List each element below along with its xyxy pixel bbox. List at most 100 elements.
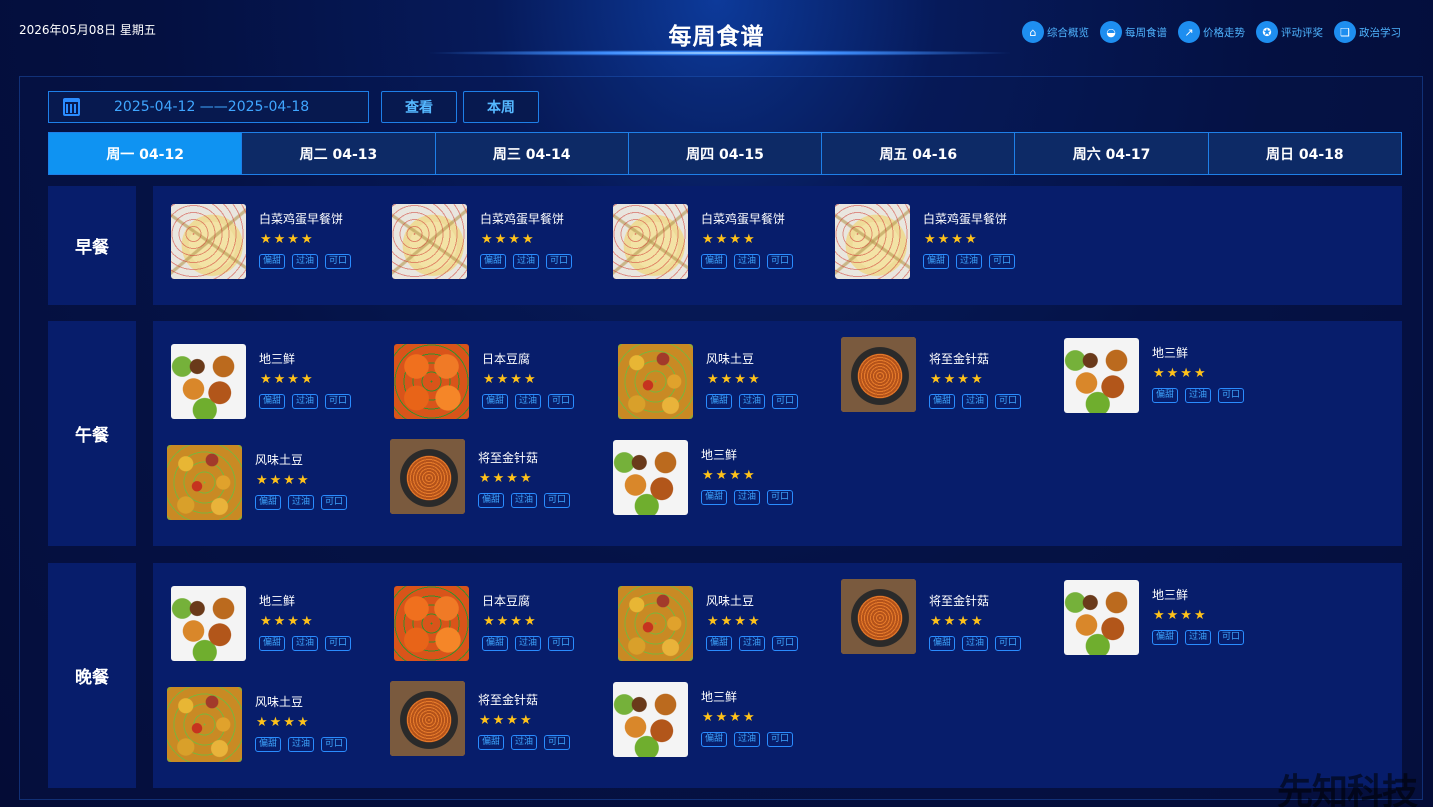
- dish-image: [835, 204, 910, 279]
- nav-label: 评动评奖: [1281, 26, 1323, 39]
- tag: 可口: [544, 493, 571, 508]
- tag: 过油: [1185, 630, 1212, 645]
- tag: 可口: [544, 735, 571, 750]
- dish-card[interactable]: 白菜鸡蛋早餐饼 ★★★★ 偏甜 过油 可口: [613, 204, 823, 280]
- this-week-button[interactable]: 本周: [463, 91, 539, 123]
- dish-card[interactable]: 将至金针菇 ★★★★ 偏甜 过油 可口: [390, 439, 600, 515]
- tag: 可口: [767, 490, 794, 505]
- dish-image: [390, 681, 465, 756]
- dish-card[interactable]: 地三鲜 ★★★★ 偏甜 过油 可口: [613, 440, 823, 516]
- meal-box-dinner: 地三鲜 ★★★★ 偏甜 过油 可口 日本豆腐 ★★★★ 偏甜 过油 可口 风味土豆 ★★…: [153, 563, 1402, 788]
- dish-image: [1064, 580, 1139, 655]
- tab-saturday[interactable]: 周六 04-17: [1015, 132, 1209, 175]
- dish-tags: 偏甜 过油 可口: [482, 636, 575, 651]
- dish-card[interactable]: 风味土豆 ★★★★ 偏甜 过油 可口: [618, 586, 828, 662]
- tag: 偏甜: [1152, 388, 1179, 403]
- dish-card[interactable]: 白菜鸡蛋早餐饼 ★★★★ 偏甜 过油 可口: [392, 204, 602, 280]
- dish-name: 风味土豆: [255, 453, 304, 467]
- dish-tags: 偏甜 过油 可口: [701, 490, 794, 505]
- dish-image: [618, 344, 693, 419]
- tag: 过油: [962, 394, 989, 409]
- date-range-picker[interactable]: 2025-04-12 ——2025-04-18: [48, 91, 369, 123]
- nav-item-price-trend[interactable]: ↗ 价格走势: [1178, 21, 1245, 43]
- rating-stars: ★★★★: [924, 232, 979, 247]
- rating-stars: ★★★★: [260, 232, 315, 247]
- tab-sunday[interactable]: 周日 04-18: [1208, 132, 1402, 175]
- dish-image: [171, 344, 246, 419]
- rating-stars: ★★★★: [702, 710, 757, 725]
- dish-tags: 偏甜 过油 可口: [701, 732, 794, 747]
- rating-stars: ★★★★: [702, 468, 757, 483]
- dish-tags: 偏甜 过油 可口: [929, 636, 1022, 651]
- dish-name: 将至金针菇: [478, 693, 539, 707]
- rating-stars: ★★★★: [479, 713, 534, 728]
- nav-item-award[interactable]: ✪ 评动评奖: [1256, 21, 1323, 43]
- dish-card[interactable]: 风味土豆 ★★★★ 偏甜 过油 可口: [167, 687, 377, 763]
- dish-card[interactable]: 白菜鸡蛋早餐饼 ★★★★ 偏甜 过油 可口: [171, 204, 381, 280]
- view-button[interactable]: 查看: [381, 91, 457, 123]
- dish-image: [618, 586, 693, 661]
- tag: 偏甜: [923, 254, 950, 269]
- top-nav: ⌂ 综合概览 ◒ 每周食谱 ↗ 价格走势 ✪ 评动评奖 ❑ 政治学习: [1022, 21, 1401, 43]
- tab-tuesday[interactable]: 周二 04-13: [242, 132, 436, 175]
- nav-item-overview[interactable]: ⌂ 综合概览: [1022, 21, 1089, 43]
- nav-label: 价格走势: [1203, 26, 1245, 39]
- nav-item-study[interactable]: ❑ 政治学习: [1334, 21, 1401, 43]
- dish-tags: 偏甜 过油 可口: [1152, 630, 1245, 645]
- tag: 过油: [511, 493, 538, 508]
- tag: 过油: [513, 254, 540, 269]
- dish-name: 白菜鸡蛋早餐饼: [259, 212, 344, 226]
- tab-monday[interactable]: 周一 04-12: [48, 132, 243, 175]
- dish-name: 地三鲜: [1152, 346, 1189, 360]
- dish-card[interactable]: 地三鲜 ★★★★ 偏甜 过油 可口: [1064, 338, 1274, 414]
- home-icon: ⌂: [1022, 21, 1044, 43]
- dish-card[interactable]: 风味土豆 ★★★★ 偏甜 过油 可口: [167, 445, 377, 521]
- dish-name: 白菜鸡蛋早餐饼: [480, 212, 565, 226]
- tag: 过油: [515, 394, 542, 409]
- tag: 可口: [546, 254, 573, 269]
- rating-stars: ★★★★: [256, 715, 311, 730]
- rating-stars: ★★★★: [256, 473, 311, 488]
- dish-name: 日本豆腐: [482, 352, 531, 366]
- dish-tags: 偏甜 过油 可口: [478, 493, 571, 508]
- dish-image: [394, 344, 469, 419]
- nav-item-weekly-menu[interactable]: ◒ 每周食谱: [1100, 21, 1167, 43]
- tag: 过油: [515, 636, 542, 651]
- dish-card[interactable]: 地三鲜 ★★★★ 偏甜 过油 可口: [171, 586, 381, 662]
- dish-card[interactable]: 地三鲜 ★★★★ 偏甜 过油 可口: [613, 682, 823, 758]
- tag: 可口: [325, 394, 352, 409]
- tag: 过油: [288, 737, 315, 752]
- nav-label: 每周食谱: [1125, 26, 1167, 39]
- book-icon: ❑: [1334, 21, 1356, 43]
- tab-thursday[interactable]: 周四 04-15: [628, 132, 823, 175]
- tag: 过油: [739, 394, 766, 409]
- day-tabs: 周一 04-12 周二 04-13 周三 04-14 周四 04-15 周五 0…: [48, 132, 1402, 175]
- tag: 偏甜: [478, 493, 505, 508]
- dish-card[interactable]: 将至金针菇 ★★★★ 偏甜 过油 可口: [390, 681, 600, 757]
- dish-image: [167, 445, 242, 520]
- tag: 过油: [734, 732, 761, 747]
- tag: 偏甜: [1152, 630, 1179, 645]
- dish-card[interactable]: 日本豆腐 ★★★★ 偏甜 过油 可口: [394, 586, 604, 662]
- tag: 可口: [325, 636, 352, 651]
- tag: 偏甜: [482, 394, 509, 409]
- tab-wednesday[interactable]: 周三 04-14: [435, 132, 629, 175]
- tag: 过油: [734, 490, 761, 505]
- dish-card[interactable]: 将至金针菇 ★★★★ 偏甜 过油 可口: [841, 579, 1051, 655]
- rating-stars: ★★★★: [930, 372, 985, 387]
- tag: 可口: [772, 636, 799, 651]
- tag: 可口: [321, 737, 348, 752]
- dish-tags: 偏甜 过油 可口: [480, 254, 573, 269]
- watermark: 先知科技: [1277, 772, 1418, 807]
- dish-card[interactable]: 将至金针菇 ★★★★ 偏甜 过油 可口: [841, 337, 1051, 413]
- dish-card[interactable]: 地三鲜 ★★★★ 偏甜 过油 可口: [1064, 580, 1274, 656]
- dish-card[interactable]: 风味土豆 ★★★★ 偏甜 过油 可口: [618, 344, 828, 420]
- dish-name: 地三鲜: [259, 352, 296, 366]
- dish-card[interactable]: 白菜鸡蛋早餐饼 ★★★★ 偏甜 过油 可口: [835, 204, 1045, 280]
- tab-friday[interactable]: 周五 04-16: [822, 132, 1016, 175]
- rating-stars: ★★★★: [930, 614, 985, 629]
- dish-name: 地三鲜: [1152, 588, 1189, 602]
- dish-image: [613, 440, 688, 515]
- dish-card[interactable]: 日本豆腐 ★★★★ 偏甜 过油 可口: [394, 344, 604, 420]
- dish-card[interactable]: 地三鲜 ★★★★ 偏甜 过油 可口: [171, 344, 381, 420]
